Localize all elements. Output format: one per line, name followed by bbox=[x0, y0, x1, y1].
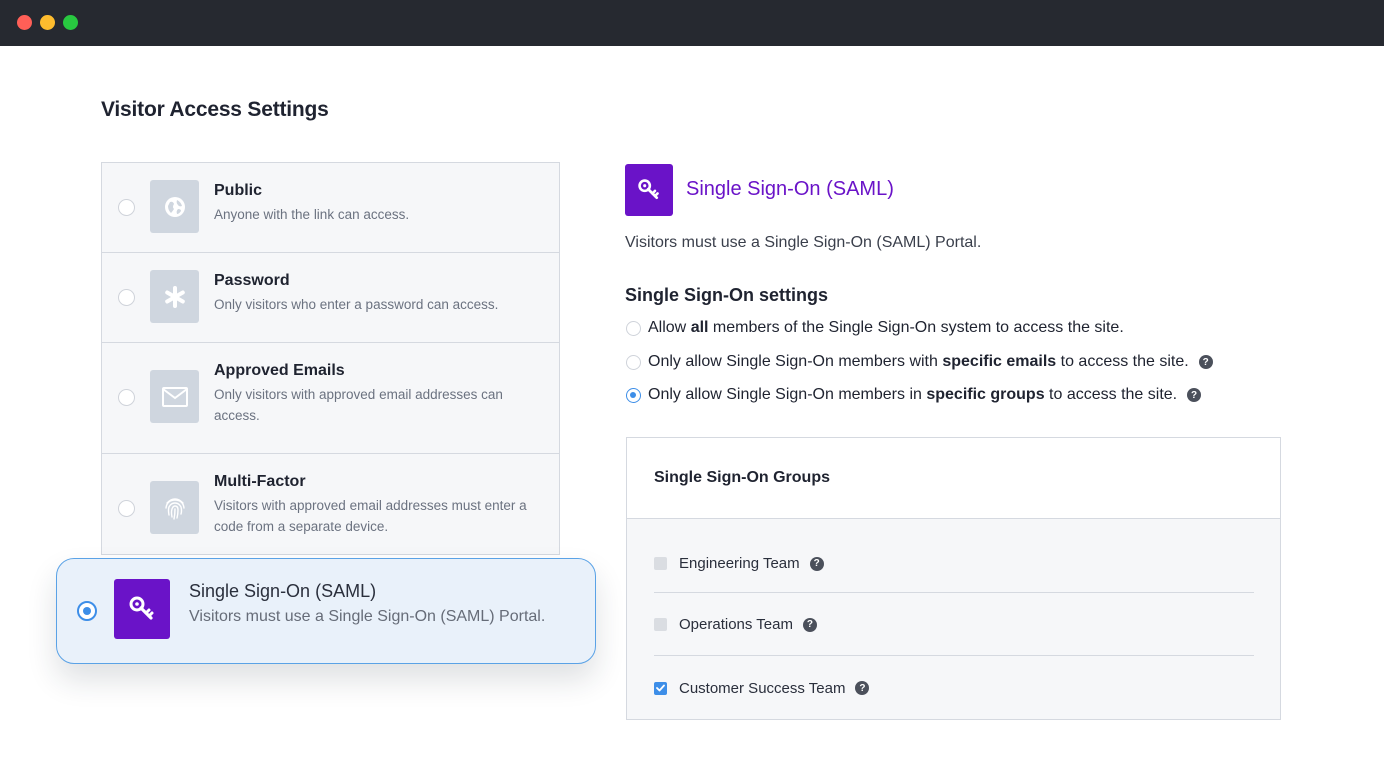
help-icon[interactable]: ? bbox=[1187, 388, 1202, 402]
envelope-icon bbox=[150, 370, 199, 423]
option-multi-factor-description: Visitors with approved email addresses m… bbox=[214, 498, 527, 534]
minimize-window-button[interactable] bbox=[40, 15, 55, 30]
option-approved-emails[interactable]: Approved Emails Only visitors with appro… bbox=[102, 343, 559, 454]
group-checkbox[interactable] bbox=[654, 681, 667, 695]
asterisk-icon bbox=[150, 270, 199, 323]
help-icon[interactable]: ? bbox=[802, 617, 817, 632]
maximize-window-button[interactable] bbox=[63, 15, 78, 30]
option-single-sign-on-description: Visitors must use a Single Sign-On (SAML… bbox=[189, 608, 546, 625]
sso-groups-panel: Single Sign-On Groups Engineering Team ?… bbox=[626, 437, 1281, 720]
window-titlebar bbox=[0, 0, 1384, 46]
setting-allow-all[interactable]: Allow all members of the Single Sign-On … bbox=[626, 319, 1124, 337]
option-multi-factor-title: Multi-Factor bbox=[214, 473, 306, 490]
option-password-radio[interactable] bbox=[118, 289, 135, 306]
group-label: Customer Success Team bbox=[679, 679, 846, 697]
option-public-radio[interactable] bbox=[118, 199, 135, 216]
group-row-customer-success[interactable]: Customer Success Team ? bbox=[654, 657, 1254, 719]
setting-label-prefix: Allow bbox=[648, 319, 691, 336]
group-checkbox[interactable] bbox=[654, 618, 667, 631]
fingerprint-icon bbox=[150, 481, 199, 534]
setting-allow-all-radio[interactable] bbox=[626, 320, 641, 336]
detail-title: Single Sign-On (SAML) bbox=[686, 178, 894, 200]
setting-label-suffix: to access the site. bbox=[1044, 386, 1178, 403]
setting-specific-emails-radio[interactable] bbox=[626, 354, 641, 370]
detail-description: Visitors must use a Single Sign-On (SAML… bbox=[625, 234, 982, 251]
option-public[interactable]: Public Anyone with the link can access. bbox=[102, 163, 559, 253]
option-single-sign-on-title: Single Sign-On (SAML) bbox=[189, 581, 377, 601]
option-password-title: Password bbox=[214, 272, 290, 289]
setting-specific-groups-radio[interactable] bbox=[626, 387, 641, 403]
option-single-sign-on-radio[interactable] bbox=[77, 601, 97, 621]
option-password[interactable]: Password Only visitors who enter a passw… bbox=[102, 253, 559, 343]
group-row-operations[interactable]: Operations Team ? bbox=[654, 594, 1254, 656]
option-multi-factor-radio[interactable] bbox=[118, 500, 135, 517]
setting-label-bold: all bbox=[690, 319, 709, 336]
sso-groups-title: Single Sign-On Groups bbox=[654, 469, 830, 486]
setting-label-bold: specific groups bbox=[926, 386, 1045, 403]
help-icon[interactable]: ? bbox=[1198, 355, 1213, 369]
sso-groups-header: Single Sign-On Groups bbox=[627, 438, 1280, 519]
help-icon[interactable]: ? bbox=[855, 681, 870, 695]
key-icon bbox=[114, 579, 170, 639]
globe-icon bbox=[150, 180, 199, 233]
option-approved-emails-title: Approved Emails bbox=[214, 362, 345, 379]
option-approved-emails-radio[interactable] bbox=[118, 389, 135, 406]
help-icon[interactable]: ? bbox=[809, 556, 824, 571]
key-icon bbox=[625, 164, 673, 216]
access-option-list: Public Anyone with the link can access. … bbox=[101, 162, 560, 555]
setting-label-bold: specific emails bbox=[942, 353, 1057, 370]
option-password-description: Only visitors who enter a password can a… bbox=[214, 297, 499, 312]
group-label: Operations Team bbox=[679, 616, 793, 633]
setting-specific-emails[interactable]: Only allow Single Sign-On members with s… bbox=[626, 353, 1213, 371]
setting-label-suffix: members of the Single Sign-On system to … bbox=[708, 319, 1124, 336]
app-window: Visitor Access Settings Public Anyone wi… bbox=[0, 0, 1384, 764]
group-label: Engineering Team bbox=[679, 555, 800, 572]
option-public-title: Public bbox=[214, 182, 263, 199]
group-row-engineering[interactable]: Engineering Team ? bbox=[654, 535, 1254, 593]
option-approved-emails-description: Only visitors with approved email addres… bbox=[214, 387, 503, 423]
close-window-button[interactable] bbox=[17, 15, 32, 30]
setting-label-prefix: Only allow Single Sign-On members in bbox=[648, 386, 927, 403]
setting-specific-groups[interactable]: Only allow Single Sign-On members in spe… bbox=[626, 386, 1202, 404]
group-checkbox[interactable] bbox=[654, 557, 667, 570]
option-multi-factor[interactable]: Multi-Factor Visitors with approved emai… bbox=[102, 454, 559, 554]
setting-label-suffix: to access the site. bbox=[1056, 353, 1189, 370]
checkmark-icon bbox=[656, 684, 665, 692]
option-single-sign-on[interactable]: Single Sign-On (SAML) Visitors must use … bbox=[56, 558, 596, 664]
settings-heading: Single Sign-On settings bbox=[625, 285, 829, 305]
page-title: Visitor Access Settings bbox=[101, 98, 329, 121]
setting-label-prefix: Only allow Single Sign-On members with bbox=[648, 353, 943, 370]
option-public-description: Anyone with the link can access. bbox=[214, 207, 410, 222]
